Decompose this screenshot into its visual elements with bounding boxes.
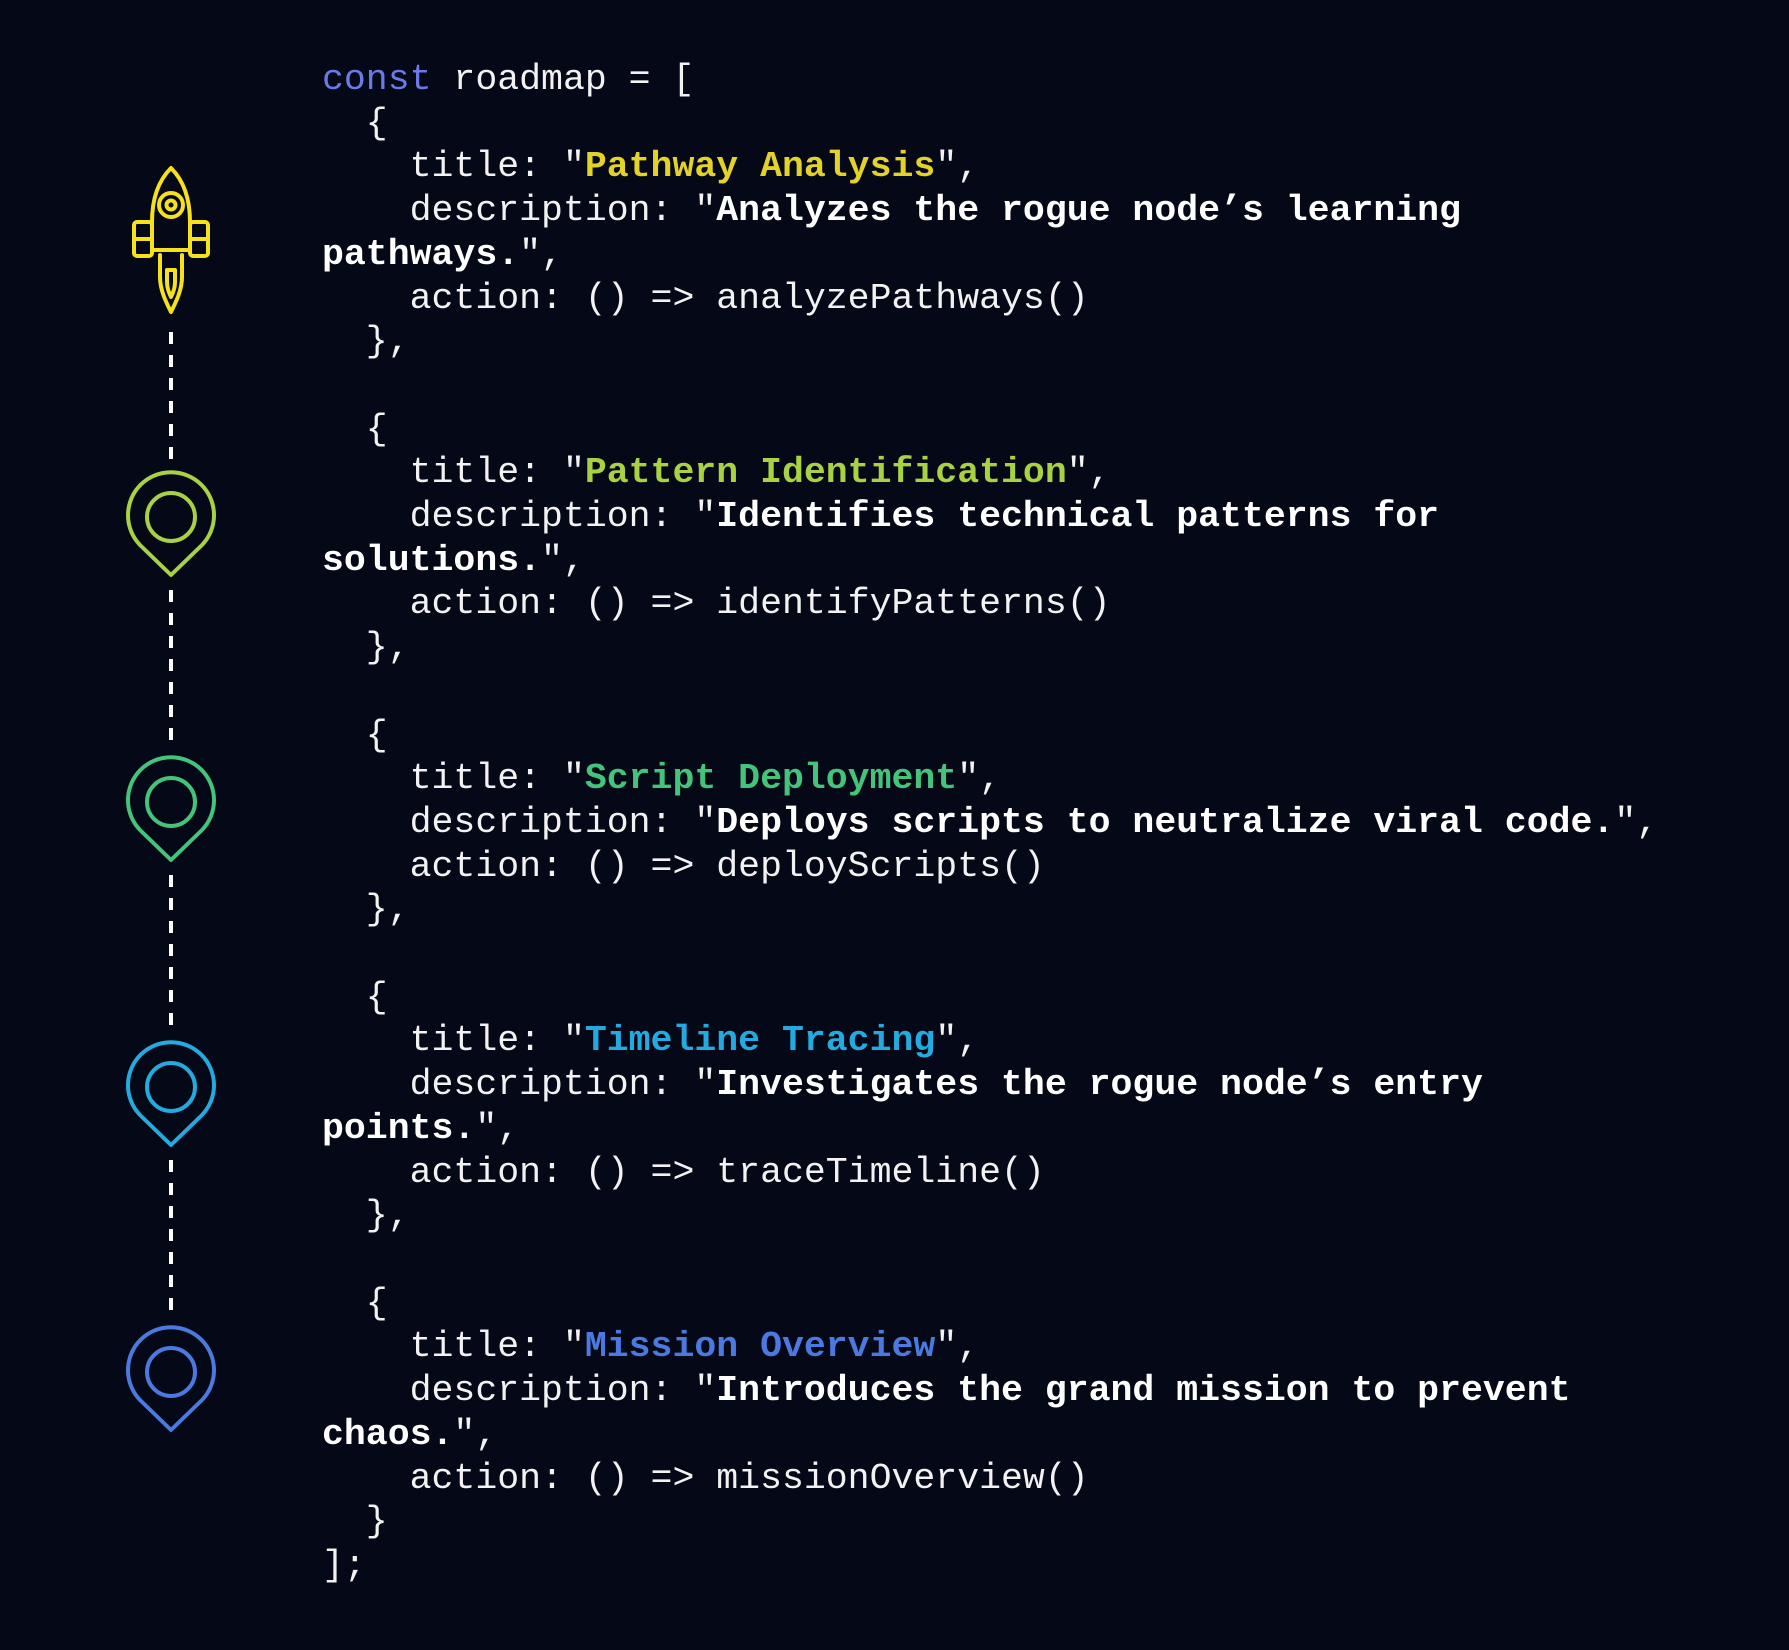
item-description: Investigates the rogue node’s entry [716,1064,1483,1106]
item-description-cont: points. [322,1107,476,1149]
code-closing: ]; [322,1544,366,1586]
map-pin-icon [126,1040,216,1147]
code-declaration: roadmap = [ [431,59,695,100]
item-action: missionOverview() [716,1457,1089,1499]
item-title: Mission Overview [584,1326,936,1368]
item-action: traceTimeline() [716,1151,1045,1193]
item-description: Introduces the grand mission to prevent [716,1370,1571,1412]
code-block: const roadmap = [ { title: "Pathway Anal… [322,59,1659,1586]
rocket-icon [132,166,210,314]
item-description: Analyzes the rogue node’s learning [716,190,1461,232]
item-description-cont: solutions. [322,539,542,581]
item-action: deployScripts() [716,845,1045,887]
map-pin-icon [126,755,216,862]
item-action: analyzePathways() [716,277,1089,319]
item-title: Timeline Tracing [584,1020,936,1062]
item-description-cont: pathways. [322,233,520,275]
code-keyword: const [322,59,432,100]
item-description: Identifies technical patterns for [716,496,1440,538]
item-title: Pattern Identification [584,452,1067,494]
item-action: identifyPatterns() [716,583,1111,625]
map-pin-icon [126,1325,216,1432]
item-title: Script Deployment [584,758,958,800]
map-pin-icon [126,470,216,577]
item-description: Deploys scripts to neutralize viral code… [716,801,1615,843]
item-description-cont: chaos. [322,1413,454,1455]
item-title: Pathway Analysis [584,146,936,188]
